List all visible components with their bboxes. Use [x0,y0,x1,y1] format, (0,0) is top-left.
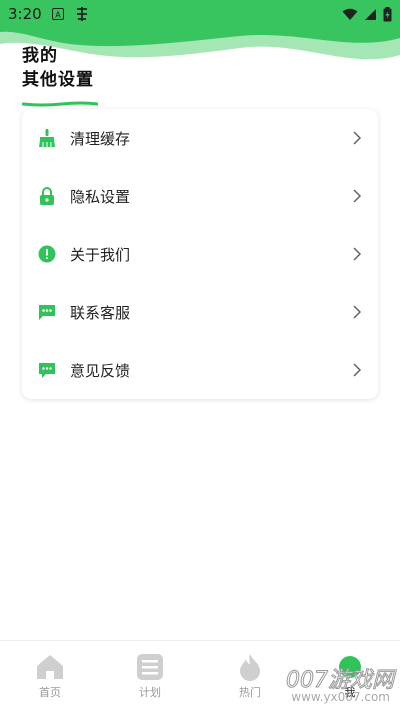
chevron-right-icon [353,131,362,145]
svg-text:A: A [55,11,61,20]
menu-item-label: 意见反馈 [70,361,131,380]
page-title-line1: 我的 [22,46,58,66]
info-icon [38,245,56,263]
title-underline-decoration [21,101,99,107]
nav-label: 计划 [139,686,161,699]
broom-icon [38,129,56,147]
menu-item-label: 清理缓存 [70,129,131,148]
menu-item-feedback[interactable]: 意见反馈 [22,341,378,399]
lock-icon [38,187,56,205]
menu-item-label: 隐私设置 [70,187,131,206]
menu-item-clear-cache[interactable]: 清理缓存 [22,109,378,167]
menu-item-label: 联系客服 [70,303,131,322]
chevron-right-icon [353,247,362,261]
app-notification-icon [74,6,90,22]
list-icon [136,653,164,681]
nav-item-plan[interactable]: 计划 [100,641,200,712]
status-bar: 3:20 A [0,0,400,28]
menu-item-about-us[interactable]: 关于我们 [22,225,378,283]
page-header: 我的 其他设置 [21,44,99,111]
status-time: 3:20 [8,5,42,23]
wifi-icon [342,8,358,21]
feedback-icon [38,361,56,379]
notification-a-icon: A [51,8,64,20]
chevron-right-icon [353,305,362,319]
nav-item-home[interactable]: 首页 [0,641,100,712]
menu-item-label: 关于我们 [70,245,131,264]
menu-item-privacy-settings[interactable]: 隐私设置 [22,167,378,225]
settings-card: 清理缓存 隐私设置 关于我们 联系客服 意见反馈 [22,109,378,399]
page-title-line2: 其他设置 [22,70,94,90]
battery-icon [383,6,392,22]
signal-icon [364,8,377,21]
chevron-right-icon [353,189,362,203]
flame-icon [236,653,264,681]
menu-item-contact-support[interactable]: 联系客服 [22,283,378,341]
watermark-url: www.yx007.com [291,690,390,704]
nav-item-hot[interactable]: 热门 [200,641,300,712]
home-icon [36,653,64,681]
nav-label: 热门 [239,686,261,699]
chevron-right-icon [353,363,362,377]
nav-label: 首页 [39,686,61,699]
chat-dots-icon [38,303,56,321]
